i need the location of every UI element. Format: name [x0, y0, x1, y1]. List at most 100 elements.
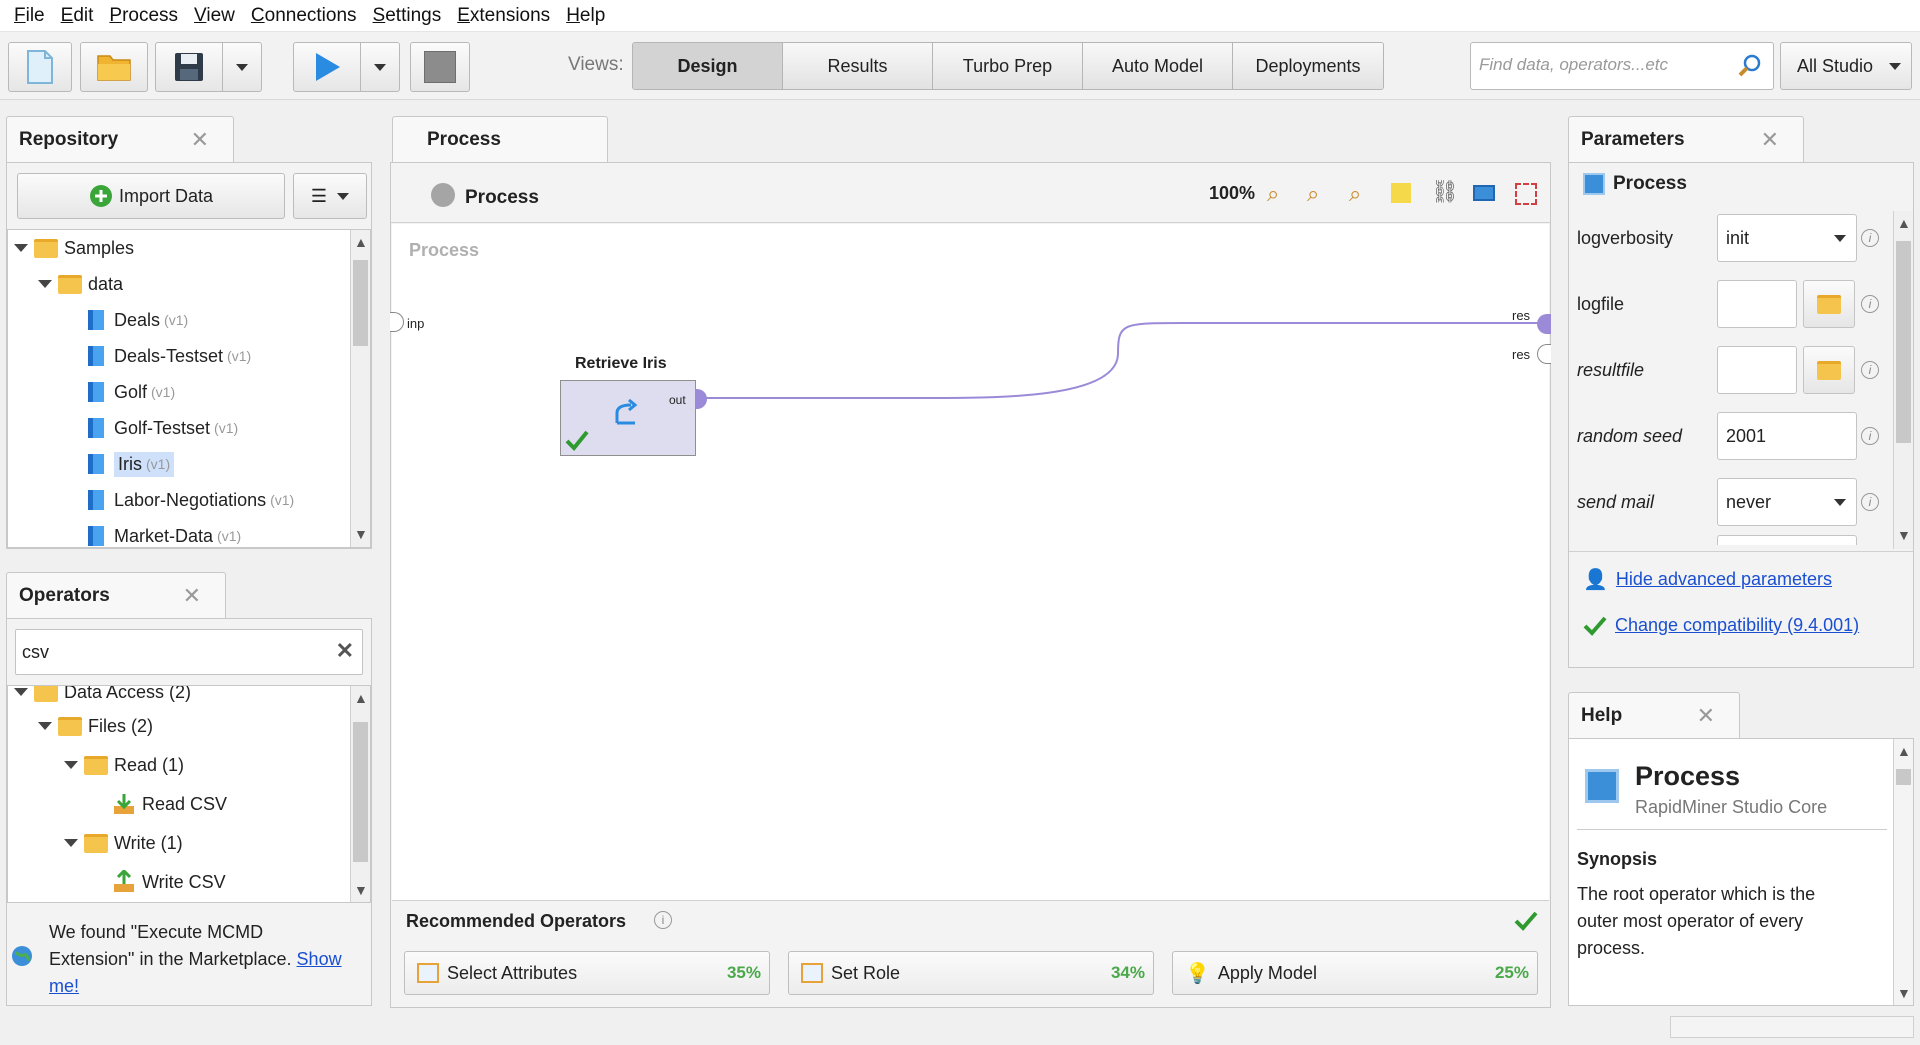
resultfile-browse-button[interactable] [1803, 346, 1855, 394]
random-seed-input[interactable]: 2001 [1717, 412, 1857, 460]
send-mail-select[interactable]: never [1717, 478, 1857, 526]
tree-item-golf-testset[interactable]: Golf-Testset (v1) [88, 414, 238, 442]
parameters-tab[interactable]: Parameters ✕ [1568, 116, 1804, 163]
tree-item-files[interactable]: Files (2) [38, 712, 153, 740]
operators-scrollbar[interactable]: ▲ ▼ [350, 686, 370, 902]
tree-item-write[interactable]: Write (1) [64, 829, 183, 857]
repository-tab[interactable]: Repository ✕ [6, 116, 234, 163]
tree-item-labor-negotiations[interactable]: Labor-Negotiations (v1) [88, 486, 294, 514]
logfile-browse-button[interactable] [1803, 280, 1855, 328]
recommended-apply-model[interactable]: 💡 Apply Model 25% [1172, 951, 1538, 995]
menu-settings[interactable]: Settings [365, 5, 450, 27]
tree-item-deals-testset[interactable]: Deals-Testset (v1) [88, 342, 251, 370]
info-icon[interactable]: i [654, 911, 672, 929]
close-icon[interactable]: ✕ [183, 583, 201, 609]
scroll-down-icon[interactable]: ▼ [1897, 527, 1911, 543]
stop-process-button[interactable] [410, 42, 470, 92]
recommended-select-attributes[interactable]: Select Attributes 35% [404, 951, 770, 995]
search-icon[interactable] [1737, 53, 1763, 79]
scrollbar-thumb[interactable] [353, 260, 368, 346]
auto-wire-icon[interactable]: ⛓ [1431, 179, 1459, 205]
tree-item-deals[interactable]: Deals (v1) [88, 306, 188, 334]
scroll-up-icon[interactable]: ▲ [1897, 215, 1911, 231]
save-options-dropdown[interactable] [222, 42, 262, 92]
tree-item-iris[interactable]: Iris (v1) [88, 450, 175, 478]
next-param-input[interactable] [1717, 535, 1857, 545]
operator-retrieve-iris[interactable]: out [560, 380, 696, 456]
tree-item-read-csv[interactable]: Read CSV [112, 790, 227, 818]
hide-advanced-link[interactable]: Hide advanced parameters [1616, 569, 1832, 590]
parameters-scrollbar[interactable]: ▲ ▼ [1893, 211, 1913, 549]
auto-fit-icon[interactable] [1515, 183, 1537, 205]
repository-menu-button[interactable]: ☰ [293, 173, 367, 219]
new-process-button[interactable] [8, 42, 72, 92]
info-icon[interactable]: i [1861, 493, 1879, 511]
recommended-set-role[interactable]: Set Role 34% [788, 951, 1154, 995]
clear-search-icon[interactable]: ✕ [336, 638, 354, 664]
logfile-input[interactable] [1717, 280, 1797, 328]
tree-item-write-csv[interactable]: Write CSV [112, 868, 226, 896]
view-auto-model[interactable]: Auto Model [1083, 43, 1233, 89]
info-icon[interactable]: i [1861, 427, 1879, 445]
add-note-icon[interactable] [1391, 183, 1411, 203]
tree-item-golf[interactable]: Golf (v1) [88, 378, 175, 406]
change-compatibility-link[interactable]: Change compatibility (9.4.001) [1615, 615, 1859, 636]
logverbosity-select[interactable]: init [1717, 214, 1857, 262]
tree-item-data-access[interactable]: Data Access (2) [14, 686, 191, 706]
menu-view[interactable]: View [186, 5, 243, 27]
output-port-res1[interactable] [1537, 314, 1551, 334]
help-scrollbar[interactable]: ▲ ▼ [1893, 739, 1913, 1005]
run-options-dropdown[interactable] [360, 42, 400, 92]
process-tab[interactable]: Process [392, 116, 608, 163]
menu-file[interactable]: File [6, 5, 53, 27]
repository-scrollbar[interactable]: ▲ ▼ [350, 230, 370, 547]
scrollbar-thumb[interactable] [1896, 241, 1911, 443]
output-port-res2[interactable] [1537, 344, 1551, 364]
zoom-in-icon[interactable]: ⌕ [1307, 181, 1319, 207]
run-process-button[interactable] [293, 42, 361, 92]
close-icon[interactable]: ✕ [1761, 127, 1779, 153]
process-breadcrumb[interactable]: Process [465, 187, 539, 209]
global-search-input[interactable] [1471, 43, 1731, 87]
menu-extensions[interactable]: Extensions [449, 5, 558, 27]
zoom-out-icon[interactable]: ⌕ [1349, 181, 1361, 207]
process-canvas[interactable]: Process inp res res Retrieve Iris out [390, 224, 1551, 900]
tree-item-data[interactable]: data [38, 270, 123, 298]
marketplace-me-link[interactable]: me! [49, 976, 79, 996]
resultfile-input[interactable] [1717, 346, 1797, 394]
save-process-button[interactable] [155, 42, 223, 92]
operator-search-input[interactable]: csv [22, 642, 49, 663]
order-execution-icon[interactable] [1473, 185, 1495, 201]
menu-connections[interactable]: Connections [243, 5, 365, 27]
up-level-icon[interactable] [431, 183, 455, 207]
view-turbo-prep[interactable]: Turbo Prep [933, 43, 1083, 89]
operators-tab[interactable]: Operators ✕ [6, 572, 226, 619]
close-icon[interactable]: ✕ [1697, 703, 1715, 729]
scroll-down-icon[interactable]: ▼ [354, 882, 368, 898]
scroll-up-icon[interactable]: ▲ [354, 690, 368, 706]
view-results[interactable]: Results [783, 43, 933, 89]
help-tab[interactable]: Help ✕ [1568, 692, 1740, 739]
view-design[interactable]: Design [633, 43, 783, 89]
scrollbar-thumb[interactable] [1896, 769, 1911, 785]
scroll-up-icon[interactable]: ▲ [1897, 743, 1911, 759]
scroll-down-icon[interactable]: ▼ [354, 526, 368, 542]
info-icon[interactable]: i [1861, 295, 1879, 313]
scroll-up-icon[interactable]: ▲ [354, 234, 368, 250]
scroll-down-icon[interactable]: ▼ [1897, 985, 1911, 1001]
close-icon[interactable]: ✕ [191, 127, 209, 153]
view-deployments[interactable]: Deployments [1233, 43, 1383, 89]
open-process-button[interactable] [80, 42, 148, 92]
import-data-button[interactable]: Import Data [17, 173, 285, 219]
tree-item-market-data[interactable]: Market-Data (v1) [88, 522, 241, 547]
menu-process[interactable]: Process [101, 5, 186, 27]
zoom-reset-icon[interactable]: ⌕ [1267, 181, 1279, 207]
info-icon[interactable]: i [1861, 361, 1879, 379]
tree-item-samples[interactable]: Samples [14, 234, 134, 262]
scrollbar-thumb[interactable] [353, 722, 368, 862]
info-icon[interactable]: i [1861, 229, 1879, 247]
search-scope-dropdown[interactable]: All Studio [1780, 42, 1912, 90]
tree-item-read[interactable]: Read (1) [64, 751, 184, 779]
checkmark-icon[interactable] [1514, 911, 1538, 931]
menu-help[interactable]: Help [558, 5, 613, 27]
